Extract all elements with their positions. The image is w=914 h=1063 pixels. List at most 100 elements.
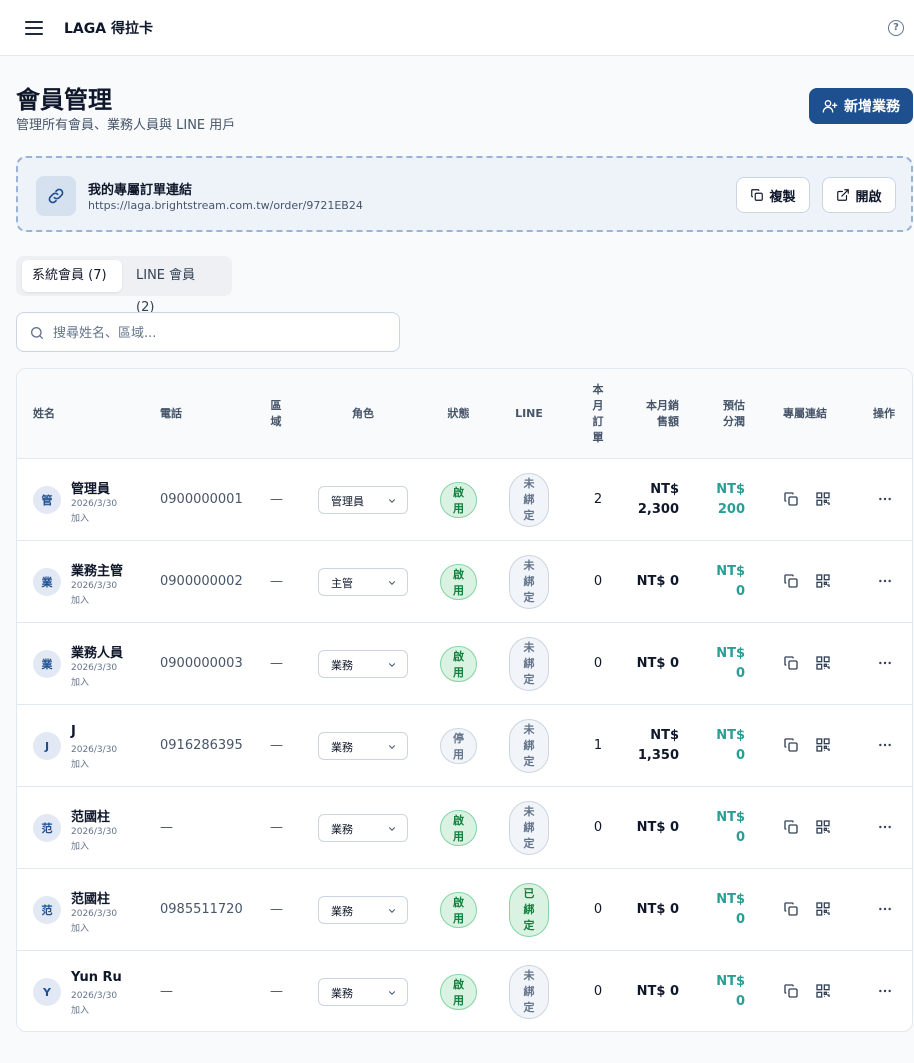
member-name: 業務人員 [71, 646, 124, 661]
table-row: 范范國柱 2026/3/30 加入 — — 業務 啟 用未 綁 定 0 NT$ 0 NT$ 0 [17, 787, 912, 869]
tab-line-members[interactable]: LINE 會員 (2) [126, 260, 226, 315]
joined-date: 2026/3/30 加入 [71, 663, 118, 688]
qr-code-icon[interactable] [815, 983, 831, 999]
hamburger-menu-icon[interactable] [24, 18, 44, 38]
qr-code-icon[interactable] [815, 901, 831, 917]
tab-system-members[interactable]: 系統會員 (7) [22, 260, 122, 292]
status-badge[interactable]: 啟 用 [440, 892, 477, 928]
monthly-orders: 2 [593, 492, 603, 507]
status-badge[interactable]: 啟 用 [440, 974, 477, 1010]
phone: 0900000002 [160, 574, 243, 589]
qr-code-icon[interactable] [815, 737, 831, 753]
role-value: 業務 [331, 741, 353, 754]
header-name: 姓名 [33, 407, 55, 420]
qr-code-icon[interactable] [815, 655, 831, 671]
more-options-icon[interactable] [877, 983, 893, 999]
more-options-icon[interactable] [877, 655, 893, 671]
header-actions: 操作 [873, 407, 895, 420]
status-badge[interactable]: 啟 用 [440, 646, 477, 682]
member-tabs: 系統會員 (7) LINE 會員 (2) [16, 256, 232, 315]
joined-date: 2026/3/30 加入 [71, 581, 118, 606]
role-value: 業務 [331, 987, 353, 1000]
header-status: 狀態 [447, 407, 470, 420]
role-select[interactable]: 主管 [318, 568, 408, 596]
role-select[interactable]: 業務 [318, 814, 408, 842]
order-link-card: 我的專屬訂單連結 https://laga.brightstream.com.t… [16, 156, 913, 232]
search-input[interactable] [53, 322, 383, 344]
line-binding-badge: 未 綁 定 [509, 965, 549, 1019]
copy-icon[interactable] [783, 573, 799, 589]
add-sales-label: 新增業務 [844, 99, 900, 115]
estimated-profit: NT$ 0 [716, 728, 745, 763]
copy-icon[interactable] [783, 983, 799, 999]
qr-code-icon[interactable] [815, 573, 831, 589]
help-icon[interactable]: ? [888, 20, 904, 36]
region: — [270, 574, 283, 589]
members-table: 姓名 電話 區 域 角色 狀態 LINE 本 月 訂 單 本月銷 售額 預估 分… [16, 368, 913, 1032]
member-name: J [71, 724, 76, 739]
page-title: 會員管理 [16, 86, 112, 114]
table-row: 范范國柱 2026/3/30 加入 0985511720 — 業務 啟 用已 綁 定 0 NT… [17, 869, 912, 951]
role-value: 業務 [331, 823, 353, 836]
role-select[interactable]: 業務 [318, 650, 408, 678]
avatar: Y [33, 978, 61, 1006]
estimated-profit: NT$ 0 [716, 974, 745, 1009]
more-options-icon[interactable] [877, 819, 893, 835]
estimated-profit: NT$ 0 [716, 564, 745, 599]
page-subtitle: 管理所有會員、業務人員與 LINE 用戶 [16, 118, 236, 133]
copy-icon[interactable] [783, 901, 799, 917]
more-options-icon[interactable] [877, 901, 893, 917]
region: — [270, 820, 283, 835]
order-link-url: https://laga.brightstream.com.tw/order/9… [88, 199, 363, 212]
add-sales-button[interactable]: 新增業務 [809, 88, 913, 124]
region: — [270, 902, 283, 917]
estimated-profit: NT$ 0 [716, 646, 745, 681]
monthly-sales: NT$ 0 [636, 902, 679, 917]
member-name: 管理員 [71, 482, 111, 497]
monthly-sales: NT$ 0 [636, 984, 679, 999]
status-badge[interactable]: 停 用 [440, 728, 477, 764]
estimated-profit: NT$ 0 [716, 810, 745, 845]
phone: — [160, 984, 173, 999]
phone: — [160, 820, 173, 835]
monthly-sales: NT$ 0 [636, 820, 679, 835]
monthly-orders: 0 [593, 902, 603, 917]
monthly-orders: 1 [593, 738, 603, 753]
status-badge[interactable]: 啟 用 [440, 564, 477, 600]
joined-date: 2026/3/30 加入 [71, 909, 118, 934]
role-value: 管理員 [331, 495, 364, 508]
monthly-sales: NT$ 0 [636, 656, 679, 671]
copy-icon[interactable] [783, 737, 799, 753]
header-phone: 電話 [160, 407, 182, 420]
monthly-sales: NT$ 1,350 [637, 728, 679, 763]
avatar: 管 [33, 486, 61, 514]
joined-date: 2026/3/30 加入 [71, 499, 118, 524]
phone: 0916286395 [160, 738, 243, 753]
header-region: 區 域 [270, 399, 282, 428]
status-badge[interactable]: 啟 用 [440, 482, 477, 518]
region: — [270, 738, 283, 753]
copy-link-button[interactable]: 複製 [736, 177, 810, 213]
more-options-icon[interactable] [877, 491, 893, 507]
region: — [270, 656, 283, 671]
role-select[interactable]: 業務 [318, 732, 408, 760]
copy-icon[interactable] [783, 819, 799, 835]
copy-icon[interactable] [783, 491, 799, 507]
external-link-icon [837, 189, 850, 201]
role-select[interactable]: 業務 [318, 978, 408, 1006]
qr-code-icon[interactable] [815, 491, 831, 507]
avatar: 范 [33, 896, 61, 924]
qr-code-icon[interactable] [815, 819, 831, 835]
role-select[interactable]: 業務 [318, 896, 408, 924]
copy-icon[interactable] [783, 655, 799, 671]
status-badge[interactable]: 啟 用 [440, 810, 477, 846]
more-options-icon[interactable] [877, 737, 893, 753]
role-select[interactable]: 管理員 [318, 486, 408, 514]
region: — [270, 492, 283, 507]
phone: 0900000003 [160, 656, 243, 671]
avatar: 業 [33, 650, 61, 678]
open-link-button[interactable]: 開啟 [822, 177, 896, 213]
role-value: 主管 [331, 577, 353, 590]
link-icon [36, 176, 76, 216]
more-options-icon[interactable] [877, 573, 893, 589]
